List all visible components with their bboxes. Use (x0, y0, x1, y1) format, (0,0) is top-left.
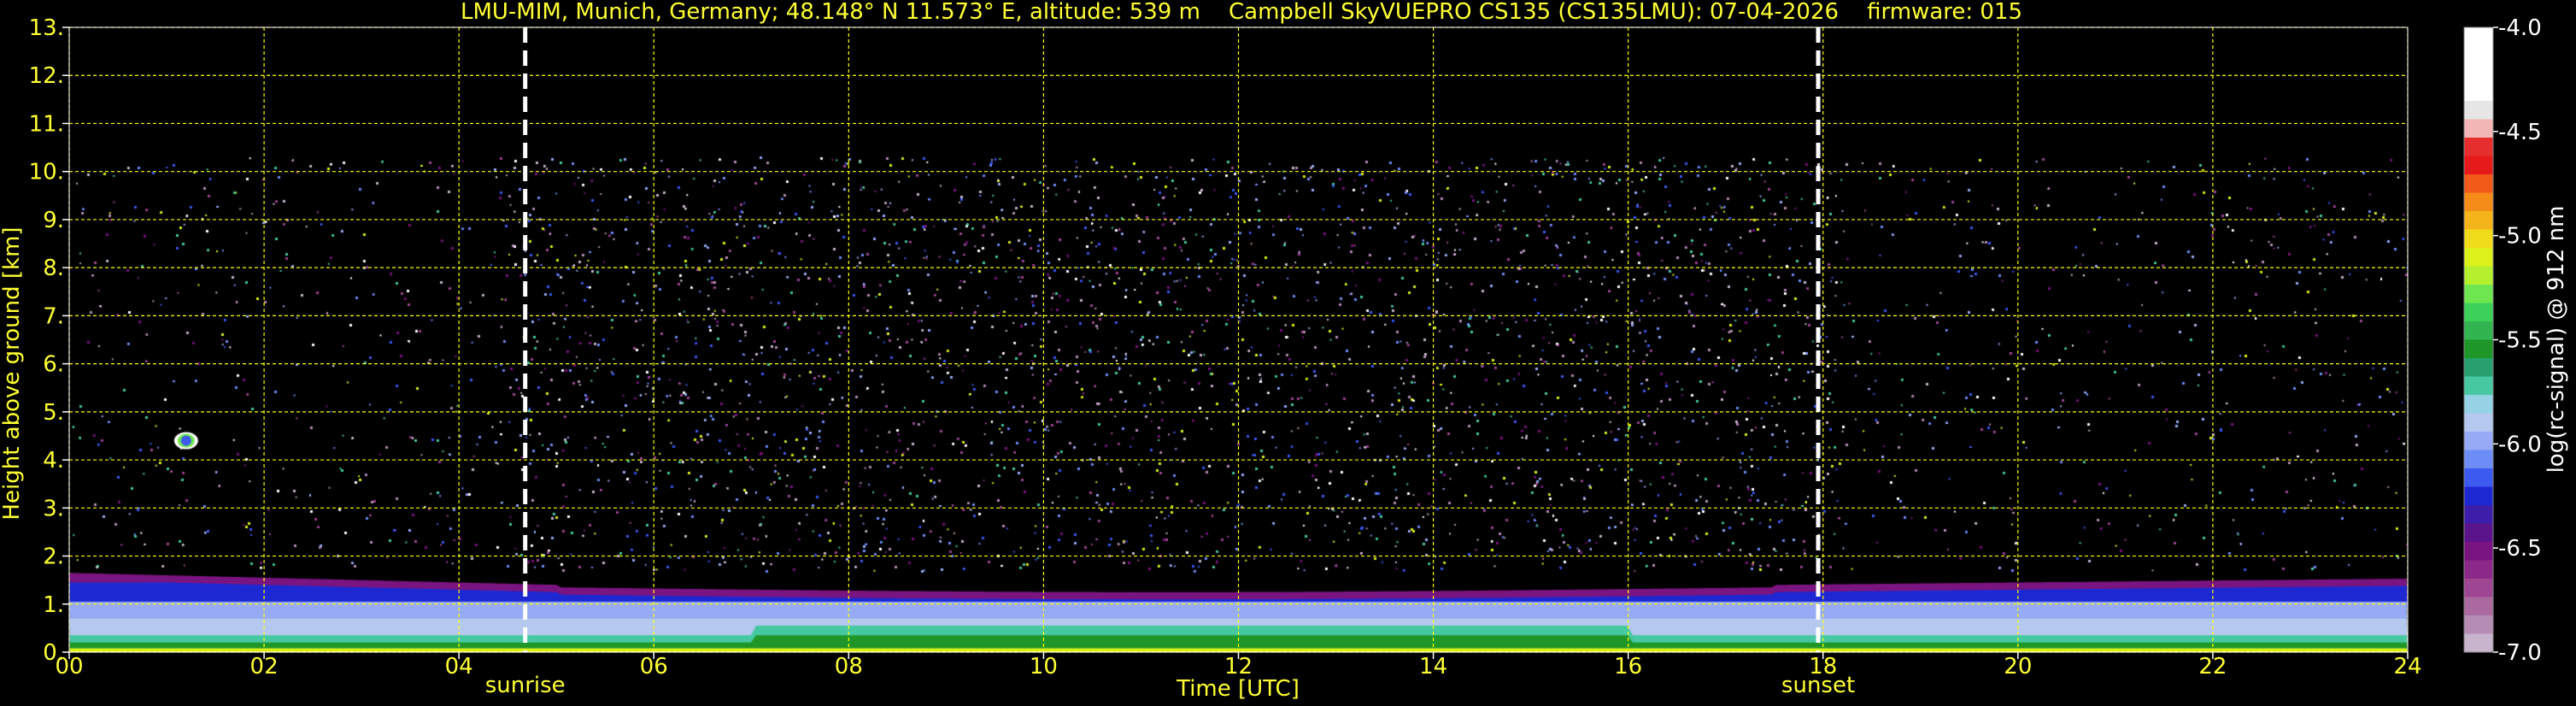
y-tick-label: 3. (43, 496, 64, 521)
colorbar-tick-label: -4.5 (2498, 120, 2542, 145)
x-tick-label: 14 (1419, 654, 1447, 680)
y-tick-label: 12. (29, 63, 64, 89)
y-tick-label: 1. (43, 592, 64, 618)
y-tick-label: 9. (43, 208, 64, 233)
colorbar-segment (2464, 339, 2493, 359)
colorbar-segment (2464, 229, 2493, 249)
colorbar-segment (2464, 542, 2493, 561)
y-tick-label: 10. (29, 160, 64, 185)
colorbar-tick-label: -6.0 (2498, 432, 2542, 457)
sunrise-label: sunrise (485, 673, 566, 698)
colorbar-segment (2464, 64, 2493, 83)
x-tick-label: 10 (1030, 654, 1058, 680)
colorbar-segment (2464, 285, 2493, 303)
y-tick-label: 13. (29, 15, 64, 41)
y-tick-label: 2. (43, 544, 64, 570)
colorbar-segment (2464, 303, 2493, 322)
colorbar-segment (2464, 27, 2493, 46)
colorbar-segment (2464, 615, 2493, 634)
colorbar-label: log(rc-signal) @ 912 nm (2544, 206, 2569, 474)
x-tick-label: 18 (1809, 654, 1837, 680)
colorbar-segment (2464, 432, 2493, 450)
x-tick-label: 24 (2393, 654, 2421, 680)
colorbar-segment (2464, 211, 2493, 230)
colorbar-segment (2464, 45, 2493, 65)
colorbar-segment (2464, 450, 2493, 469)
x-tick-label: 02 (250, 654, 279, 680)
x-axis-label: Time [UTC] (1176, 676, 1300, 702)
colorbar-segment (2464, 413, 2493, 432)
y-tick-label: 8. (43, 256, 64, 281)
colorbar-segment (2464, 486, 2493, 506)
colorbar-tick-label: -5.5 (2498, 328, 2542, 354)
colorbar-segment (2464, 119, 2493, 138)
chart-title: LMU-MIM, Munich, Germany; 48.148° N 11.5… (461, 0, 2022, 25)
colorbar-segment (2464, 138, 2493, 156)
y-tick-label: 6. (43, 352, 64, 378)
y-tick-label: 7. (43, 303, 64, 329)
colorbar-segment (2464, 560, 2493, 580)
colorbar-segment (2464, 597, 2493, 616)
colorbar-segment (2464, 395, 2493, 414)
colorbar-tick-label: -7.0 (2498, 640, 2542, 666)
y-tick-label: 0. (43, 640, 64, 666)
x-tick-label: 08 (835, 654, 863, 680)
colorbar-segment (2464, 633, 2493, 653)
x-tick-label: 04 (445, 654, 473, 680)
ceilometer-chart: sunrise sunset 00 02 04 06 08 10 12 14 16 18 20 22 24… (0, 0, 2576, 706)
x-tick-label: 16 (1614, 654, 1642, 680)
colorbar-tick-label: -4.0 (2498, 15, 2542, 41)
colorbar-segment (2464, 358, 2493, 377)
colorbar-tick-label: -5.0 (2498, 224, 2542, 250)
colorbar-segment (2464, 579, 2493, 597)
x-tick-label: 22 (2198, 654, 2227, 680)
colorbar-segment (2464, 505, 2493, 524)
y-tick-label: 4. (43, 448, 64, 474)
colorbar-segment (2464, 82, 2493, 102)
colorbar-segment (2464, 266, 2493, 285)
colorbar-segment (2464, 468, 2493, 487)
y-tick-label: 5. (43, 400, 64, 426)
colorbar-segment (2464, 174, 2493, 193)
x-tick-label: 06 (640, 654, 668, 680)
colorbar-segment (2464, 248, 2493, 267)
colorbar-segment (2464, 192, 2493, 212)
colorbar-tick-label: -6.5 (2498, 536, 2542, 562)
colorbar-segment (2464, 101, 2493, 120)
x-tick-label: 20 (2004, 654, 2032, 680)
colorbar-segment (2464, 321, 2493, 340)
colorbar-segment (2464, 376, 2493, 396)
colorbar-segment (2464, 523, 2493, 543)
y-axis-label: Height above ground [km] (0, 227, 25, 520)
colorbar-segment (2464, 156, 2493, 175)
y-tick-label: 11. (29, 111, 64, 137)
